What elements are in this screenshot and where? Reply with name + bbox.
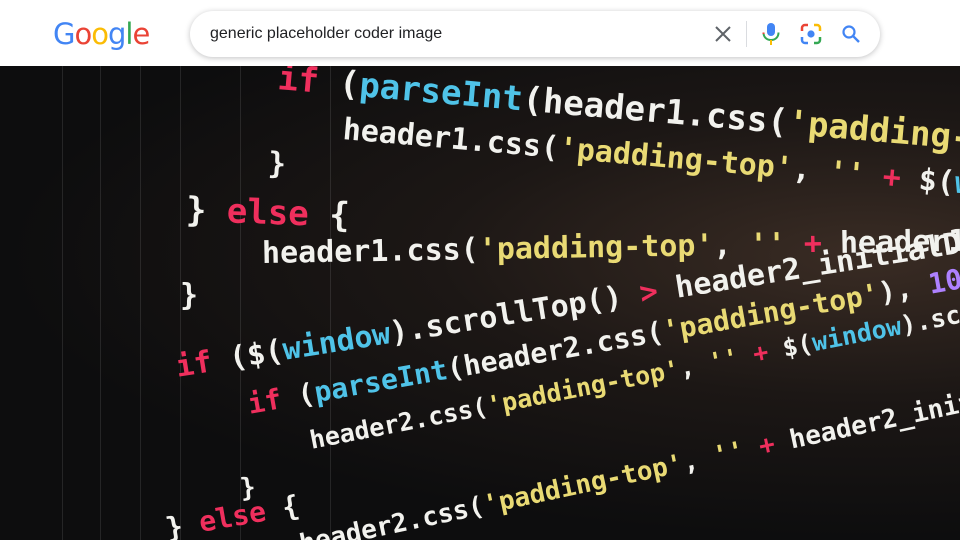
camera-lens-icon[interactable]: [798, 21, 824, 47]
google-header: Google generic placeholder coder image: [0, 0, 960, 66]
close-icon[interactable]: [710, 21, 736, 47]
code-token: if: [245, 379, 301, 421]
search-icon[interactable]: [838, 21, 864, 47]
code-token: $(: [917, 162, 957, 201]
code-editor-screenshot: if (parseInt(header1.css('padding-top'),…: [0, 66, 960, 540]
code-token: else: [226, 191, 310, 235]
code-line: } else {: [185, 190, 350, 236]
code-token: window: [280, 316, 393, 368]
code-token: ,: [713, 227, 750, 264]
search-input[interactable]: generic placeholder coder image: [210, 11, 442, 57]
logo-letter: e: [132, 17, 150, 51]
search-divider: [746, 21, 747, 47]
search-box[interactable]: generic placeholder coder image: [190, 11, 880, 57]
code-token: +: [863, 157, 921, 198]
code-token: else: [196, 494, 269, 539]
code-token: header1.css(: [261, 232, 480, 271]
code-token: parseInt: [357, 66, 525, 120]
code-token: }: [180, 278, 199, 313]
code-token: 10: [925, 262, 960, 301]
code-token: 'padding-top': [480, 448, 686, 521]
code-token: ,: [791, 151, 831, 190]
code-token: }: [267, 146, 287, 182]
logo-letter: o: [74, 17, 92, 51]
code-token: '': [827, 154, 867, 193]
code-token: ($(: [226, 333, 286, 377]
code-token: header2.css(: [296, 491, 487, 540]
google-logo[interactable]: Google: [53, 14, 150, 54]
logo-letter: G: [53, 17, 76, 51]
code-line: }: [267, 146, 287, 182]
result-image[interactable]: if (parseInt(header1.css('padding-top'),…: [0, 66, 960, 540]
code-line: } else {: [163, 489, 302, 540]
code-token: if: [276, 66, 341, 104]
code-token: }: [163, 506, 203, 540]
code-token: +: [735, 334, 786, 372]
mic-icon[interactable]: [758, 21, 784, 47]
code-token: {: [308, 194, 351, 236]
code-token: parseInt: [311, 353, 451, 410]
code-token: }: [185, 190, 228, 232]
code-token: ),: [876, 268, 932, 310]
code-token: {: [262, 488, 302, 528]
code-token: if: [173, 341, 233, 385]
code-token: +: [740, 426, 794, 466]
logo-letter: g: [107, 17, 126, 51]
code-token: 'padding-top': [478, 228, 714, 268]
logo-letter: o: [91, 17, 109, 51]
code-token: header2_initialDistance: [786, 351, 960, 456]
code-line: }: [180, 278, 198, 313]
code-token: header1.css(: [341, 112, 561, 166]
